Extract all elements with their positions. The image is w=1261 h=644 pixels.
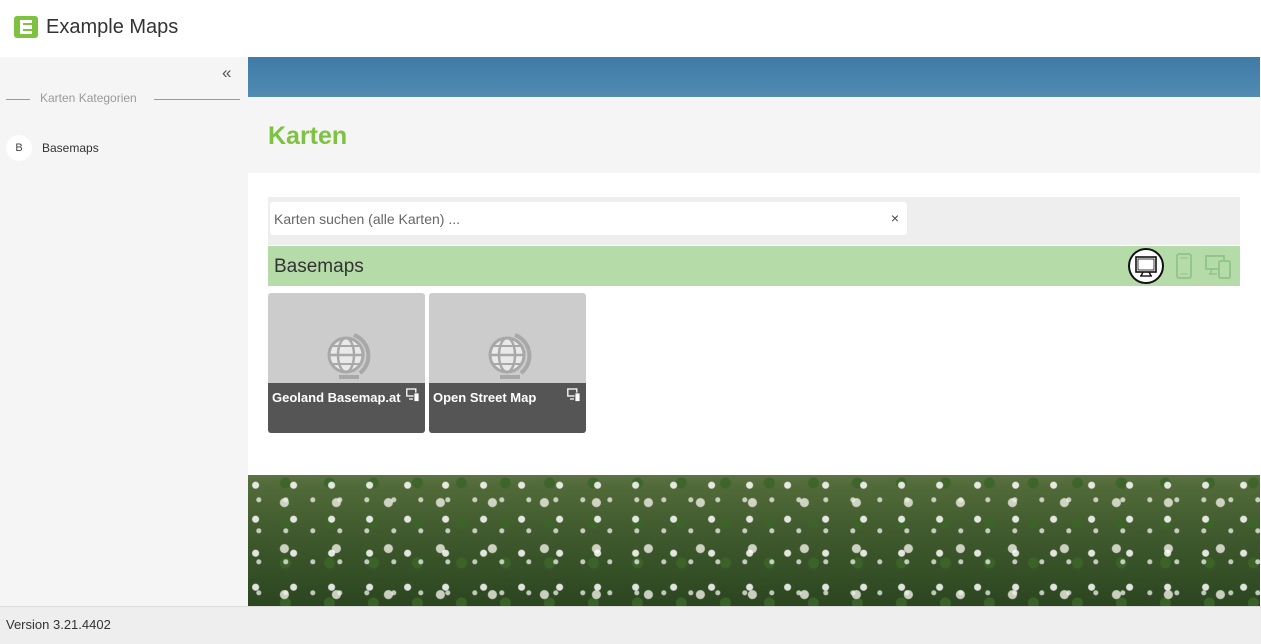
view-desktop-mobile-button[interactable] [1200,248,1236,284]
card-caption: Geoland Basemap.at [268,383,425,433]
app-title: Example Maps [46,16,179,38]
categories-heading-label: Karten Kategorien [40,91,137,105]
version-label: Version 3.21.4402 [6,617,111,632]
sidebar-item-label: Basemaps [42,141,99,155]
map-card-openstreetmap[interactable]: Open Street Map [429,293,586,433]
collapse-sidebar-icon[interactable]: « [222,63,231,83]
panel-header: Karten [248,97,1260,173]
app-logo-icon [14,16,38,38]
category-badge: B [6,135,32,161]
desktop-icon [1135,256,1157,277]
app-header: Example Maps [0,0,1261,57]
footer: Version 3.21.4402 [0,606,1261,644]
desktop-mobile-icon [567,388,581,402]
mobile-icon [1176,253,1192,279]
desktop-mobile-icon [406,388,420,402]
clear-search-icon[interactable]: × [888,209,902,227]
search-box: × [270,202,907,235]
divider-line [6,99,30,100]
desktop-mobile-icon [1205,255,1231,279]
card-title: Open Street Map [433,390,537,405]
section-header-basemaps: Basemaps [268,246,1240,286]
view-desktop-button[interactable] [1128,248,1164,284]
categories-heading: Karten Kategorien [6,91,240,107]
search-bar: × [268,197,1240,245]
view-mobile-button[interactable] [1166,248,1202,284]
sidebar-item-basemaps[interactable]: B Basemaps [6,135,240,161]
map-card-geoland[interactable]: Geoland Basemap.at [268,293,425,433]
background-flowers [248,475,1260,606]
card-title: Geoland Basemap.at [272,390,401,405]
globe-icon [488,333,532,379]
globe-icon [327,333,371,379]
divider-line [154,99,240,100]
section-title: Basemaps [274,256,364,277]
search-input[interactable] [270,202,880,235]
card-caption: Open Street Map [429,383,586,433]
sidebar: « Karten Kategorien B Basemaps [0,57,248,606]
page-title: Karten [268,122,348,150]
maps-panel: Karten × Basemaps [248,97,1260,475]
